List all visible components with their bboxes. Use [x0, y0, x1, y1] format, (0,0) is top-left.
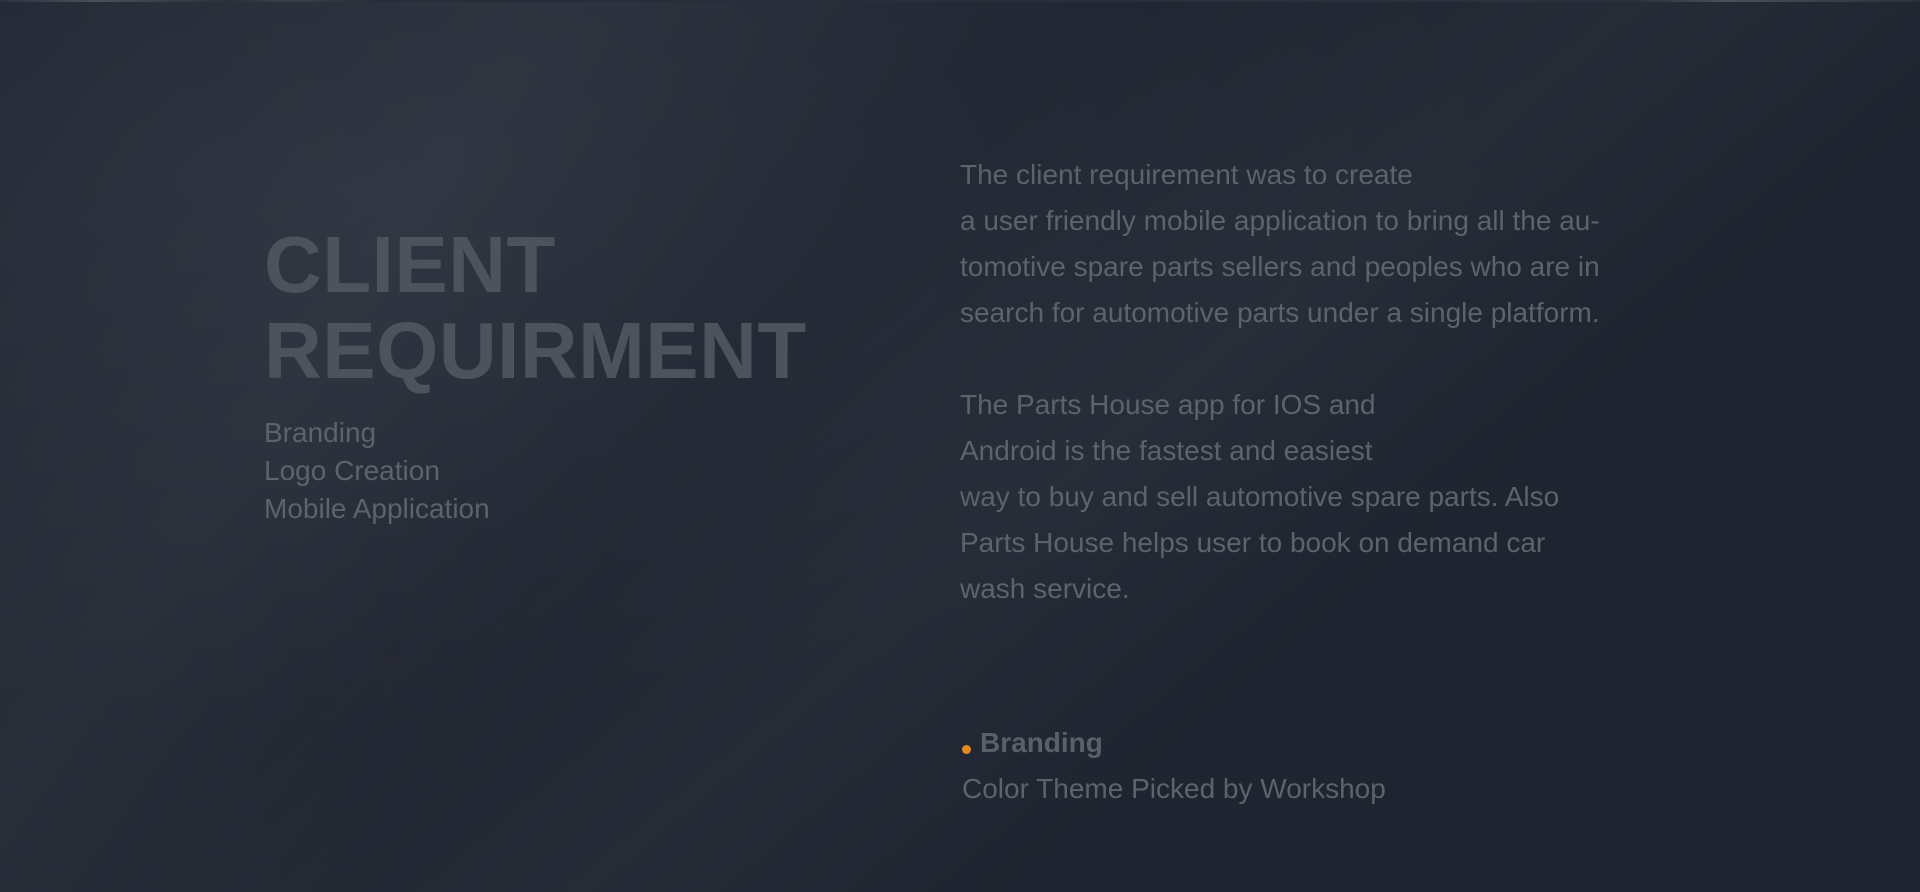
service-item-branding: Branding [264, 417, 377, 448]
page-title-line-1: CLIENT [264, 220, 556, 309]
service-item-logo-creation: Logo Creation [264, 455, 440, 486]
description-line: search for automotive parts under a sing… [960, 297, 1600, 328]
description-line: Parts House helps user to book on demand… [960, 527, 1546, 558]
description-section: The client requirement was to create a u… [960, 152, 1700, 612]
feature-branding: Branding Color Theme Picked by Workshop [962, 724, 1386, 808]
service-item-mobile-application: Mobile Application [264, 493, 490, 524]
services-list: Branding Logo Creation Mobile Applicatio… [264, 414, 807, 528]
page-title-line-2: REQUIRMENT [264, 306, 807, 395]
description-line: wash service. [960, 573, 1130, 604]
page-title: CLIENT REQUIRMENT [264, 222, 807, 394]
description-paragraph-2: The Parts House app for IOS and Android … [960, 382, 1700, 612]
feature-description: Color Theme Picked by Workshop [962, 773, 1386, 804]
description-line: way to buy and sell automotive spare par… [960, 481, 1560, 512]
description-line: The Parts House app for IOS and [960, 389, 1376, 420]
description-line: Android is the fastest and easiest [960, 435, 1373, 466]
bullet-dot-icon [962, 744, 971, 754]
description-line: The client requirement was to create [960, 159, 1413, 190]
feature-title: Branding [962, 724, 1386, 762]
top-image-strip [0, 0, 1920, 2]
client-requirement-section: CLIENT REQUIRMENT Branding Logo Creation… [264, 222, 807, 528]
feature-title-text: Branding [980, 727, 1103, 758]
description-paragraph-1: The client requirement was to create a u… [960, 152, 1700, 336]
description-line: tomotive spare parts sellers and peoples… [960, 251, 1600, 282]
description-line: a user friendly mobile application to br… [960, 205, 1600, 236]
